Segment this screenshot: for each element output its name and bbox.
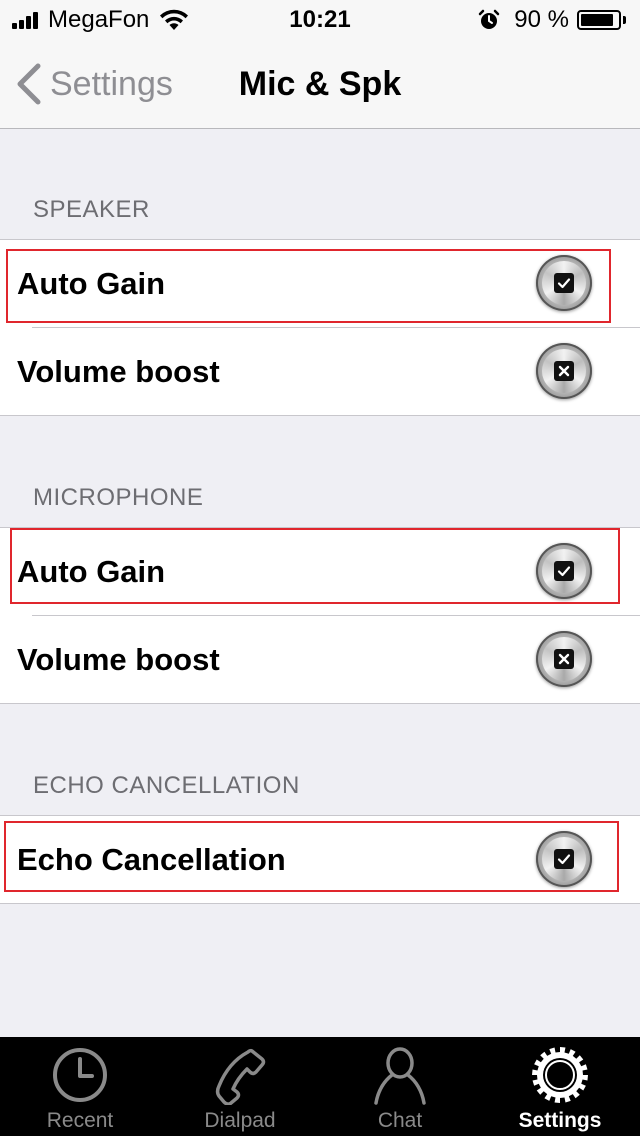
tab-bar: Recent Dialpad Chat Settings bbox=[0, 1037, 640, 1136]
tab-recent[interactable]: Recent bbox=[0, 1037, 160, 1136]
battery-percent: 90 % bbox=[514, 6, 569, 33]
checkbox-toggle-microphone-volume-boost[interactable] bbox=[536, 631, 592, 687]
tab-label: Recent bbox=[46, 1109, 114, 1132]
checkbox-toggle-echo-cancellation[interactable] bbox=[536, 831, 592, 887]
setting-label: Volume boost bbox=[17, 642, 220, 677]
tab-label: Chat bbox=[377, 1109, 423, 1132]
setting-label: Echo Cancellation bbox=[17, 842, 286, 877]
battery-icon bbox=[577, 10, 621, 30]
checkbox-toggle-speaker-volume-boost[interactable] bbox=[536, 343, 592, 399]
page-title: Mic & Spk bbox=[238, 65, 402, 103]
battery-fill bbox=[581, 14, 614, 26]
setting-label: Auto Gain bbox=[17, 554, 166, 589]
setting-row-echo-cancellation[interactable]: Echo Cancellation bbox=[0, 816, 640, 903]
settings-group-microphone: Auto Gain Volume boost bbox=[0, 527, 640, 704]
tab-label: Dialpad bbox=[204, 1109, 276, 1132]
person-icon bbox=[374, 1047, 426, 1105]
setting-label: Volume boost bbox=[17, 354, 220, 389]
settings-group-speaker: Auto Gain Volume boost bbox=[0, 239, 640, 416]
cross-icon bbox=[554, 361, 574, 381]
cross-icon bbox=[554, 649, 574, 669]
status-bar: MegaFon 10:21 90 % bbox=[0, 0, 640, 40]
status-right: 90 % bbox=[478, 6, 626, 34]
tab-chat[interactable]: Chat bbox=[320, 1037, 480, 1136]
checkmark-icon bbox=[554, 561, 574, 581]
navigation-bar: Settings Mic & Spk bbox=[0, 40, 640, 129]
gear-icon bbox=[532, 1047, 588, 1103]
setting-row-microphone-volume-boost[interactable]: Volume boost bbox=[17, 615, 640, 703]
battery-tip bbox=[623, 16, 626, 24]
setting-label: Auto Gain bbox=[17, 266, 166, 301]
phone-handset-icon bbox=[215, 1048, 266, 1105]
tab-label: Settings bbox=[518, 1109, 602, 1132]
settings-group-echo-cancellation: Echo Cancellation bbox=[0, 815, 640, 904]
section-header-microphone: MICROPHONE bbox=[33, 484, 204, 511]
setting-row-speaker-auto-gain[interactable]: Auto Gain bbox=[0, 240, 640, 327]
checkbox-toggle-microphone-auto-gain[interactable] bbox=[536, 543, 592, 599]
section-header-speaker: SPEAKER bbox=[33, 196, 150, 223]
tab-dialpad[interactable]: Dialpad bbox=[160, 1037, 320, 1136]
checkmark-icon bbox=[554, 849, 574, 869]
checkmark-icon bbox=[554, 273, 574, 293]
setting-row-speaker-volume-boost[interactable]: Volume boost bbox=[17, 327, 640, 415]
setting-row-microphone-auto-gain[interactable]: Auto Gain bbox=[0, 528, 640, 615]
checkbox-toggle-speaker-auto-gain[interactable] bbox=[536, 255, 592, 311]
tab-settings[interactable]: Settings bbox=[480, 1037, 640, 1136]
clock-icon bbox=[53, 1048, 107, 1102]
section-header-echo-cancellation: ECHO CANCELLATION bbox=[33, 772, 300, 799]
alarm-clock-icon bbox=[479, 9, 500, 29]
